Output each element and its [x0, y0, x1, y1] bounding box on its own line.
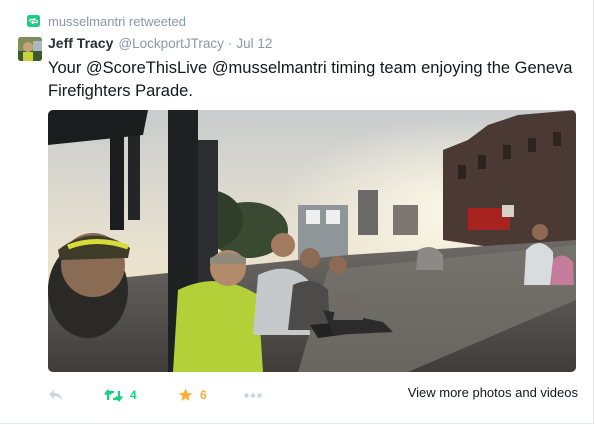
tweet-header: Jeff Tracy @LockportJTracy · Jul 12 [48, 35, 272, 55]
tweet-card[interactable]: musselmantri retweeted Jeff Tracy @Lockp… [0, 0, 594, 424]
author-name[interactable]: Jeff Tracy [48, 35, 113, 51]
view-more-photos-link[interactable]: View more photos and videos [408, 385, 578, 400]
more-icon [244, 392, 262, 398]
tweet-photo[interactable] [48, 110, 576, 372]
tweet-text: Your @ScoreThisLive @musselmantri timing… [48, 59, 573, 100]
retweet-context-icon [27, 15, 40, 27]
retweet-context: musselmantri retweeted [27, 13, 186, 29]
more-button[interactable] [244, 392, 284, 398]
parade-photo [48, 110, 576, 372]
retweet-count: 4 [130, 388, 137, 402]
tweet-actions: 4 6 View more photos and videos [48, 384, 578, 406]
favorite-icon [178, 388, 193, 401]
reply-icon [49, 390, 62, 400]
favorite-button[interactable]: 6 [178, 388, 244, 402]
reply-button[interactable] [48, 389, 104, 401]
header-separator: · [227, 36, 233, 51]
retweet-context-text[interactable]: musselmantri retweeted [48, 14, 186, 29]
avatar[interactable] [18, 37, 42, 61]
tweet-timestamp[interactable]: Jul 12 [236, 36, 272, 51]
retweet-button[interactable]: 4 [104, 388, 178, 402]
retweet-icon [104, 388, 123, 402]
author-handle[interactable]: @LockportJTracy [118, 36, 223, 51]
favorite-count: 6 [200, 388, 207, 402]
